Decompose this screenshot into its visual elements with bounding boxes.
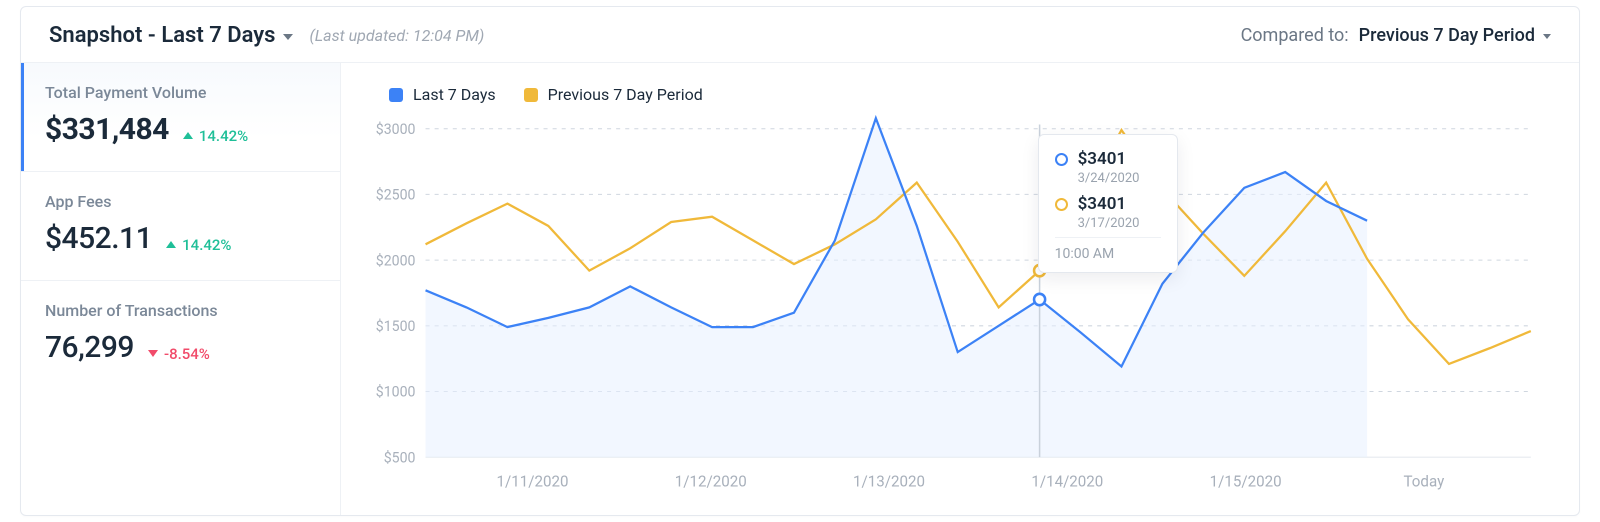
metric-row: $452.11 14.42% — [45, 221, 316, 256]
tooltip-value: $3401 — [1078, 194, 1127, 214]
header-left: Snapshot - Last 7 Days (Last updated: 12… — [49, 23, 484, 48]
svg-text:$1500: $1500 — [376, 318, 416, 335]
tooltip-date: 3/24/2020 — [1078, 171, 1161, 186]
metric-transactions[interactable]: Number of Transactions 76,299 -8.54% — [21, 281, 340, 389]
snapshot-card: Snapshot - Last 7 Days (Last updated: 12… — [20, 6, 1580, 516]
chart-tooltip: $3401 3/24/2020 $3401 3/17/2020 10:00 AM — [1038, 134, 1178, 273]
compared-to: Compared to: Previous 7 Day Period — [1241, 25, 1551, 46]
metric-total-payment-volume[interactable]: Total Payment Volume $331,484 14.42% — [21, 63, 340, 172]
arrow-down-icon — [148, 350, 158, 357]
svg-text:1/11/2020: 1/11/2020 — [497, 472, 569, 490]
delta-value: 14.42% — [199, 127, 248, 145]
ring-icon — [1055, 153, 1068, 166]
metric-row: $331,484 14.42% — [45, 112, 316, 147]
legend-label: Last 7 Days — [413, 85, 496, 104]
legend-swatch-icon — [389, 88, 403, 102]
tooltip-date: 3/17/2020 — [1078, 216, 1161, 231]
metric-label: App Fees — [45, 192, 316, 211]
svg-text:$500: $500 — [384, 449, 416, 466]
svg-text:$2500: $2500 — [376, 186, 416, 203]
tooltip-time: 10:00 AM — [1055, 237, 1161, 262]
compared-to-value: Previous 7 Day Period — [1359, 25, 1535, 46]
svg-text:1/15/2020: 1/15/2020 — [1210, 472, 1282, 490]
metric-value: 76,299 — [45, 330, 134, 365]
compared-to-dropdown[interactable]: Previous 7 Day Period — [1359, 25, 1551, 46]
metric-delta: 14.42% — [166, 236, 231, 254]
tooltip-row-yellow: $3401 — [1055, 192, 1161, 216]
caret-down-icon — [1543, 34, 1551, 39]
metric-app-fees[interactable]: App Fees $452.11 14.42% — [21, 172, 340, 281]
metric-delta: 14.42% — [183, 127, 248, 145]
svg-text:1/12/2020: 1/12/2020 — [675, 472, 747, 490]
delta-value: 14.42% — [182, 236, 231, 254]
chart-legend: Last 7 Days Previous 7 Day Period — [361, 81, 1551, 110]
metric-row: 76,299 -8.54% — [45, 330, 316, 365]
metric-label: Number of Transactions — [45, 301, 316, 320]
metrics-sidebar: Total Payment Volume $331,484 14.42% App… — [21, 63, 341, 515]
ring-icon — [1055, 198, 1068, 211]
snapshot-title: Snapshot - Last 7 Days — [49, 23, 275, 48]
card-body: Total Payment Volume $331,484 14.42% App… — [21, 63, 1579, 515]
metric-value: $452.11 — [45, 221, 152, 256]
svg-text:$3000: $3000 — [376, 121, 416, 138]
delta-value: -8.54% — [164, 345, 210, 363]
svg-text:1/13/2020: 1/13/2020 — [853, 472, 925, 490]
line-chart[interactable]: $500 $1000 $1500 $2000 $2500 $3000 1/11/2020 1/… — [361, 110, 1551, 505]
metric-value: $331,484 — [45, 112, 169, 147]
svg-text:1/14/2020: 1/14/2020 — [1031, 472, 1103, 490]
compared-to-label: Compared to: — [1241, 25, 1349, 46]
legend-swatch-icon — [524, 88, 538, 102]
svg-text:$2000: $2000 — [376, 252, 416, 269]
tooltip-row-blue: $3401 — [1055, 147, 1161, 171]
snapshot-range-dropdown[interactable]: Snapshot - Last 7 Days — [49, 23, 293, 48]
legend-item-blue: Last 7 Days — [389, 85, 496, 104]
metric-label: Total Payment Volume — [45, 83, 316, 102]
svg-text:Today: Today — [1404, 472, 1445, 490]
arrow-up-icon — [166, 241, 176, 248]
last-updated-text: (Last updated: 12:04 PM) — [309, 26, 484, 45]
arrow-up-icon — [183, 132, 193, 139]
chart-area: Last 7 Days Previous 7 Day Period $500 $1… — [341, 63, 1579, 515]
legend-item-yellow: Previous 7 Day Period — [524, 85, 703, 104]
legend-label: Previous 7 Day Period — [548, 85, 703, 104]
card-header: Snapshot - Last 7 Days (Last updated: 12… — [21, 7, 1579, 63]
caret-down-icon — [283, 34, 293, 40]
metric-delta: -8.54% — [148, 345, 210, 363]
tooltip-value: $3401 — [1078, 149, 1127, 169]
svg-text:$1000: $1000 — [376, 383, 416, 400]
